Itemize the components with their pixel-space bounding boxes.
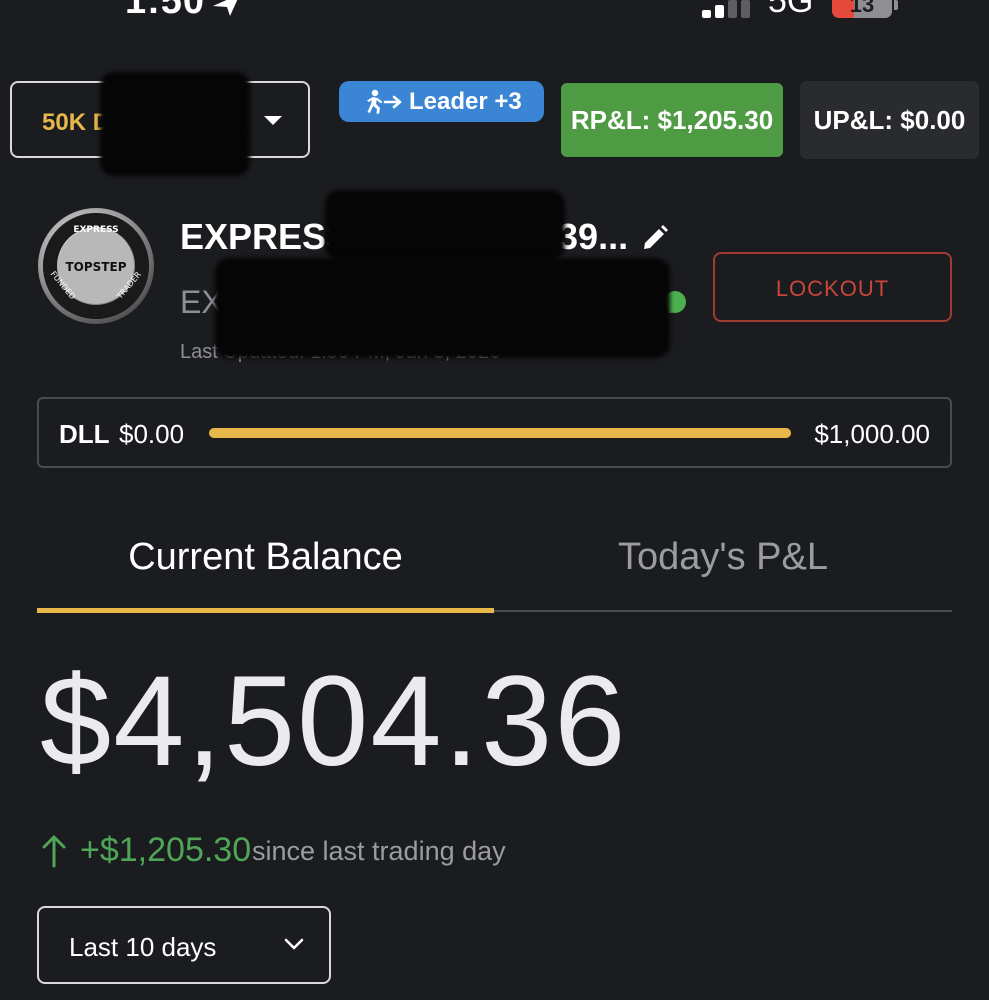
caret-down-icon [264, 116, 282, 125]
unrealized-pnl-label: UP&L: $0.00 [813, 105, 966, 135]
redaction-mark [100, 72, 250, 176]
signal-icon [702, 0, 750, 18]
leader-badge[interactable]: Leader +3 [339, 81, 544, 122]
leader-badge-label: Leader +3 [409, 88, 522, 115]
lockout-button[interactable]: LOCKOUT [713, 252, 952, 322]
arrow-up-icon [42, 835, 66, 868]
balance-change-caption: since last trading day [252, 836, 506, 866]
status-bar: 1:50 5G 13 [0, 0, 989, 30]
date-range-label: Last 10 days [69, 932, 217, 962]
dll-limit: $1,000.00 [814, 419, 930, 449]
topstep-logo-icon: EXPRESS TOPSTEP FUNDED TRADER [38, 208, 154, 324]
redaction-mark [215, 258, 670, 358]
dll-progress-track [209, 428, 791, 438]
realized-pnl-badge[interactable]: RP&L: $1,205.30 [561, 83, 783, 157]
lockout-button-label: LOCKOUT [775, 276, 890, 301]
battery-level: 13 [849, 0, 875, 17]
dll-title: DLL [59, 419, 110, 449]
dll-progress-fill [209, 428, 791, 438]
tab-current-balance-label: Current Balance [128, 536, 403, 578]
tab-todays-pnl[interactable]: Today's P&L [494, 536, 952, 612]
date-range-select[interactable]: Last 10 days [37, 906, 331, 984]
current-balance-value: $4,504.36 [40, 650, 628, 793]
balance-change-value: +$1,205.30 [80, 831, 252, 869]
dll-current: $0.00 [119, 419, 185, 449]
tab-todays-pnl-label: Today's P&L [617, 536, 829, 578]
unrealized-pnl-badge[interactable]: UP&L: $0.00 [800, 81, 979, 159]
svg-text:TOPSTEP: TOPSTEP [65, 260, 126, 274]
realized-pnl-label: RP&L: $1,205.30 [570, 105, 774, 135]
active-tab-indicator [37, 608, 494, 613]
status-time: 1:50 [125, 0, 206, 22]
daily-loss-limit-bar: DLL $0.00 $1,000.00 [37, 397, 952, 468]
pencil-icon[interactable] [641, 224, 669, 252]
redaction-mark [325, 190, 565, 260]
chevron-down-icon [284, 938, 304, 950]
leader-run-icon [367, 89, 402, 114]
battery-icon: 13 [832, 0, 898, 18]
location-arrow-icon [213, 0, 238, 16]
tab-current-balance[interactable]: Current Balance [37, 536, 494, 612]
network-type: 5G [768, 0, 814, 20]
svg-text:EXPRESS: EXPRESS [73, 225, 118, 235]
